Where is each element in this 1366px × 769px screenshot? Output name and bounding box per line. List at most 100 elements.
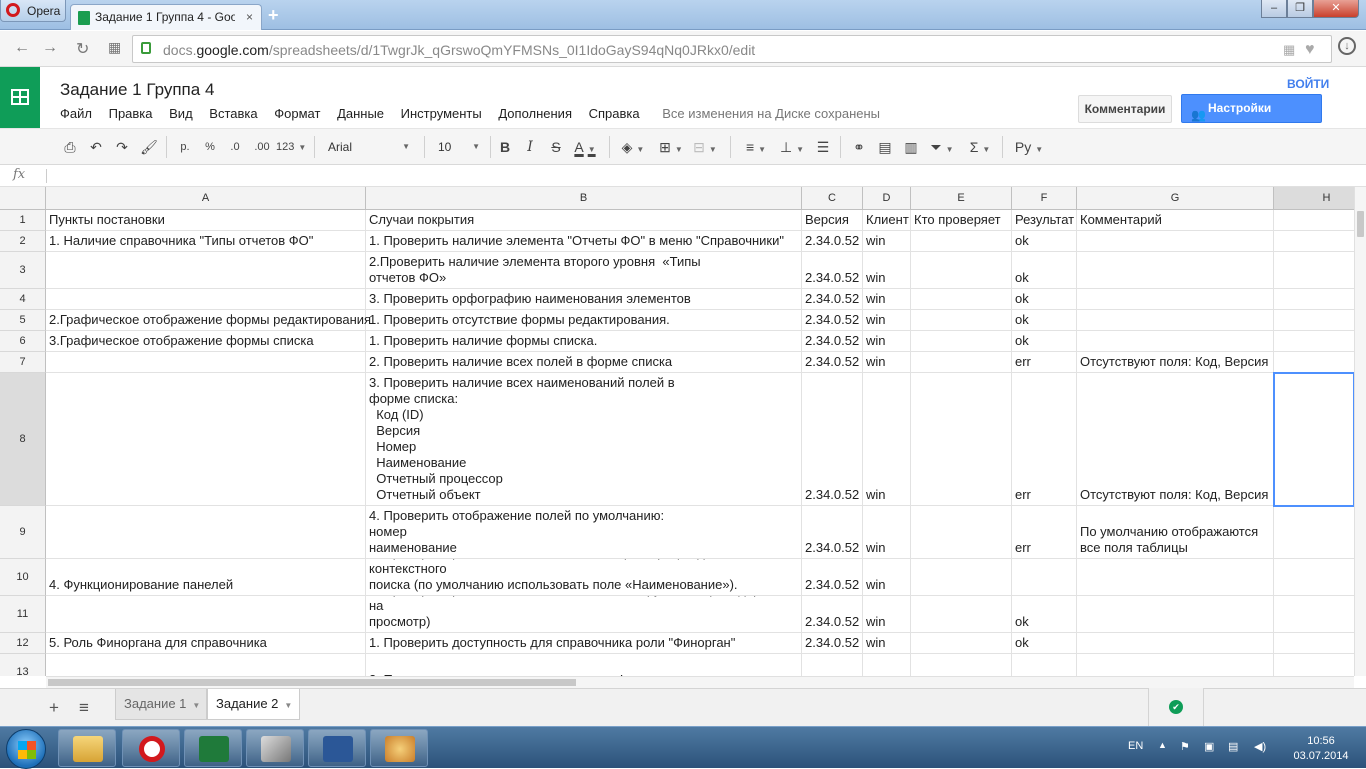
cell-f7[interactable]: err	[1012, 352, 1077, 373]
speed-dial-icon[interactable]: ▦	[108, 39, 121, 56]
cell-g4[interactable]	[1077, 289, 1274, 310]
start-button[interactable]	[6, 729, 46, 769]
system-clock[interactable]: 10:56 03.07.2014	[1288, 734, 1354, 764]
cell-b4[interactable]: 3. Проверить орфографию наименования эле…	[366, 289, 802, 310]
column-header-b[interactable]: B	[366, 187, 802, 210]
cell-a7[interactable]	[46, 352, 366, 373]
italic-button[interactable]: I	[522, 137, 538, 157]
cell-d9[interactable]: win	[863, 506, 911, 559]
cell-g5[interactable]	[1077, 310, 1274, 331]
bookmark-heart-icon[interactable]: ♥	[1305, 41, 1315, 59]
font-size-select[interactable]: 10 ▼	[438, 136, 484, 158]
cell-g3[interactable]	[1077, 252, 1274, 289]
cell-g10[interactable]	[1077, 559, 1274, 596]
column-header-e[interactable]: E	[911, 187, 1012, 210]
cell-a5[interactable]: 2.Графическое отображение формы редактир…	[46, 310, 371, 331]
taskbar-excel[interactable]	[184, 729, 242, 767]
window-minimize-button[interactable]: ‒	[1261, 0, 1287, 18]
cell-d2[interactable]: win	[863, 231, 911, 252]
functions-button[interactable]: Σ ▼	[964, 137, 996, 157]
cell-a1[interactable]: Пункты постановки	[46, 210, 366, 231]
row-header-13[interactable]: 13	[0, 654, 46, 676]
cell-d6[interactable]: win	[863, 331, 911, 352]
cell-g7[interactable]: Отсутствуют поля: Код, Версия	[1077, 352, 1274, 373]
cell-g6[interactable]	[1077, 331, 1274, 352]
address-bar[interactable]: docs.google.com/spreadsheets/d/1TwgrJk_q…	[132, 35, 1332, 63]
row-header-7[interactable]: 7	[0, 352, 46, 373]
cell-b9[interactable]: 4. Проверить отображение полей по умолча…	[366, 506, 802, 559]
comments-button[interactable]: Комментарии	[1078, 95, 1172, 123]
menu-addons[interactable]: Дополнения	[498, 106, 572, 121]
taskbar-explorer[interactable]	[58, 729, 116, 767]
cell-f13[interactable]	[1012, 654, 1077, 676]
sheet-tab-1[interactable]: Задание 1 ▼	[115, 689, 207, 720]
cell-c13[interactable]	[802, 654, 863, 676]
cell-b10[interactable]: 1. Проверить работоспособность панели фи…	[366, 559, 802, 596]
cell-e6[interactable]	[911, 331, 1012, 352]
cell-c3[interactable]: 2.34.0.52	[802, 252, 863, 289]
cell-c8[interactable]: 2.34.0.52	[802, 373, 863, 506]
cell-h2[interactable]	[1274, 231, 1354, 252]
cell-d13[interactable]	[863, 654, 911, 676]
vertical-scrollbar[interactable]	[1354, 187, 1366, 676]
cell-b2[interactable]: 1. Проверить наличие элемента "Отчеты ФО…	[366, 231, 802, 252]
row-header-3[interactable]: 3	[0, 252, 46, 289]
tab-close-icon[interactable]: ×	[246, 5, 253, 29]
cell-b8[interactable]: 3. Проверить наличие всех наименований п…	[366, 373, 802, 506]
cell-b12[interactable]: 1. Проверить доступность для справочника…	[366, 633, 802, 654]
cell-f2[interactable]: ok	[1012, 231, 1077, 252]
tray-expand-icon[interactable]: ▲	[1158, 740, 1167, 750]
cell-b11[interactable]: 2. Проверить работоспособность панели ин…	[366, 596, 802, 633]
column-header-g[interactable]: G	[1077, 187, 1274, 210]
cell-b1[interactable]: Случаи покрытия	[366, 210, 802, 231]
select-all-corner[interactable]	[0, 187, 46, 210]
cell-d7[interactable]: win	[863, 352, 911, 373]
row-header-10[interactable]: 10	[0, 559, 46, 596]
row-header-6[interactable]: 6	[0, 331, 46, 352]
align-icon[interactable]: ≡ ▼	[740, 137, 772, 157]
cell-a6[interactable]: 3.Графическое отображение формы списка	[46, 331, 366, 352]
cell-f1[interactable]: Результат	[1012, 210, 1077, 231]
menu-edit[interactable]: Правка	[109, 106, 153, 121]
cell-h3[interactable]	[1274, 252, 1354, 289]
cell-a8[interactable]	[46, 373, 366, 506]
cell-e1[interactable]: Кто проверяет	[911, 210, 1012, 231]
sheet-tab-2[interactable]: Задание 2 ▼	[207, 689, 300, 720]
wrap-icon[interactable]: ☰	[813, 137, 833, 157]
undo-icon[interactable]: ↶	[86, 137, 106, 157]
menu-tools[interactable]: Инструменты	[401, 106, 482, 121]
network-icon[interactable]: ▤	[1228, 740, 1238, 753]
cell-b5[interactable]: 1. Проверить отсутствие формы редактиров…	[366, 310, 802, 331]
cell-h10[interactable]	[1274, 559, 1354, 596]
cell-a10[interactable]: 4. Функционирование панелей	[46, 559, 366, 596]
cell-h1[interactable]	[1274, 210, 1354, 231]
cell-d8[interactable]: win	[863, 373, 911, 506]
cell-f3[interactable]: ok	[1012, 252, 1077, 289]
reload-icon[interactable]: ↻	[76, 39, 89, 59]
page-menu-icon[interactable]: ▦	[1283, 42, 1295, 58]
filter-icon[interactable]: ⏷ ▼	[926, 137, 958, 157]
row-header-12[interactable]: 12	[0, 633, 46, 654]
cell-a12[interactable]: 5. Роль Финоргана для справочника	[46, 633, 366, 654]
cell-a11[interactable]	[46, 596, 366, 633]
redo-icon[interactable]: ↷	[112, 137, 132, 157]
menu-data[interactable]: Данные	[337, 106, 384, 121]
language-indicator[interactable]: EN	[1128, 740, 1143, 752]
cell-d4[interactable]: win	[863, 289, 911, 310]
document-title[interactable]: Задание 1 Группа 4	[60, 80, 214, 100]
cell-g1[interactable]: Комментарий	[1077, 210, 1274, 231]
cell-c7[interactable]: 2.34.0.52	[802, 352, 863, 373]
cell-h9[interactable]	[1274, 506, 1354, 559]
cell-h13[interactable]	[1274, 654, 1354, 676]
cell-c10[interactable]: 2.34.0.52	[802, 559, 863, 596]
window-maximize-button[interactable]: ❐	[1287, 0, 1313, 18]
input-tools-button[interactable]: Ру ▼	[1010, 137, 1048, 157]
number-format-button[interactable]: 123 ▼	[276, 137, 306, 157]
column-header-d[interactable]: D	[863, 187, 911, 210]
cell-g8[interactable]: Отсутствуют поля: Код, Версия	[1077, 373, 1274, 506]
currency-format-button[interactable]: р.	[175, 137, 195, 157]
taskbar-paint[interactable]	[370, 729, 428, 767]
text-color-button[interactable]: A ▼	[570, 137, 600, 157]
link-icon[interactable]: ⚭	[848, 137, 870, 157]
cell-g9[interactable]: По умолчанию отображаются все поля табли…	[1077, 506, 1274, 559]
